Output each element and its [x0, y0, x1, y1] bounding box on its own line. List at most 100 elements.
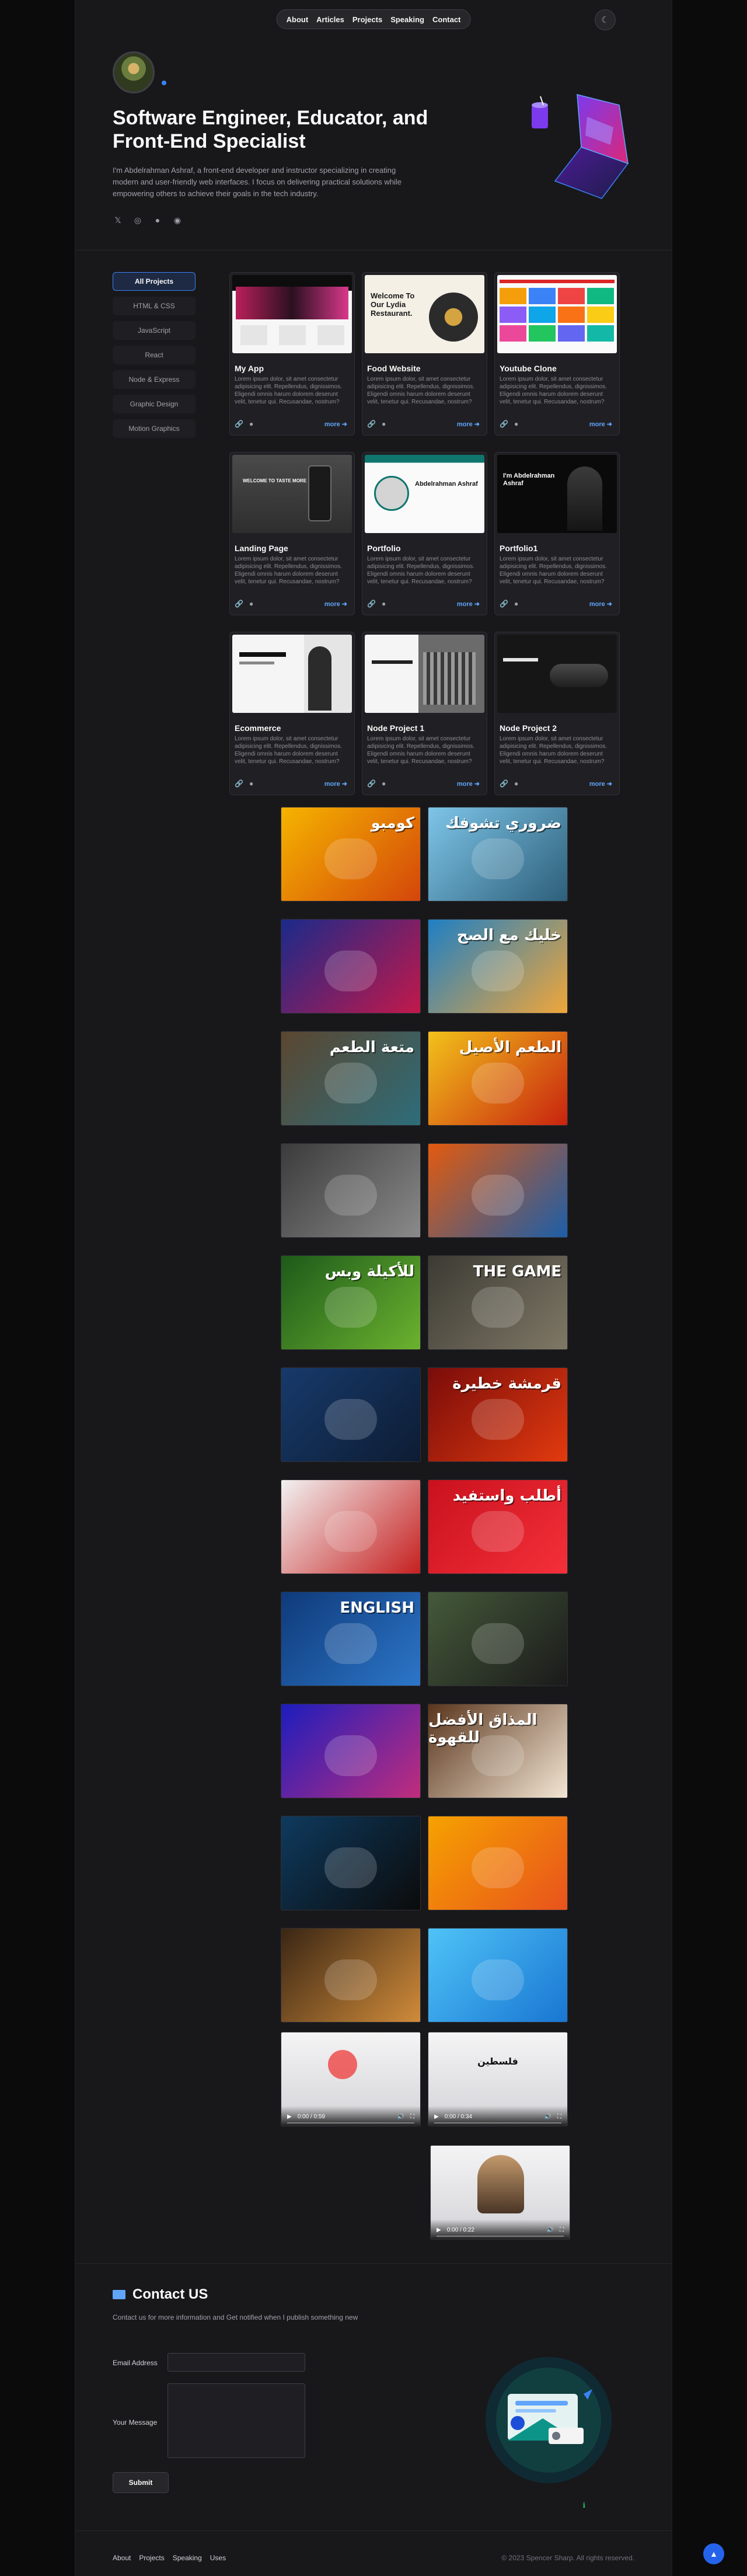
- scroll-to-top-button[interactable]: ▲: [703, 2543, 724, 2564]
- more-link[interactable]: more ➜: [589, 600, 612, 608]
- volume-icon[interactable]: 🔊: [397, 2114, 404, 2120]
- link-icon[interactable]: 🔗: [367, 779, 376, 788]
- github-icon[interactable]: ●: [249, 600, 253, 608]
- design-image[interactable]: [428, 1816, 568, 1910]
- design-image[interactable]: [281, 1816, 421, 1910]
- volume-icon[interactable]: 🔊: [544, 2114, 551, 2120]
- more-link[interactable]: more ➜: [324, 420, 347, 428]
- design-image[interactable]: ضروري تشوفك: [428, 807, 568, 901]
- message-field[interactable]: [167, 2383, 305, 2458]
- design-image[interactable]: [281, 1143, 421, 1238]
- theme-toggle-button[interactable]: ☾: [595, 9, 616, 30]
- design-image[interactable]: [428, 1143, 568, 1238]
- filter-all-projects[interactable]: All Projects: [113, 272, 196, 291]
- link-icon[interactable]: 🔗: [500, 600, 508, 608]
- more-link[interactable]: more ➜: [324, 780, 347, 788]
- footer-link-speaking[interactable]: Speaking: [173, 2554, 202, 2562]
- design-image[interactable]: خليك مع الصح: [428, 919, 568, 1014]
- project-card[interactable]: WELCOME TO TASTE MORE Landing Page Lorem…: [229, 452, 355, 615]
- nav-link-articles[interactable]: Articles: [316, 15, 344, 24]
- more-link[interactable]: more ➜: [457, 420, 480, 428]
- design-image-text: THE GAME: [473, 1263, 561, 1280]
- play-icon[interactable]: ▶: [437, 2227, 441, 2233]
- video-progress[interactable]: [434, 2122, 561, 2124]
- nav-link-speaking[interactable]: Speaking: [390, 15, 424, 24]
- volume-icon[interactable]: 🔊: [547, 2227, 554, 2233]
- link-icon[interactable]: 🔗: [235, 779, 243, 788]
- nav-link-projects[interactable]: Projects: [352, 15, 382, 24]
- filter-javascript[interactable]: JavaScript: [113, 321, 196, 340]
- project-card[interactable]: Node Project 1 Lorem ipsum dolor, sit am…: [362, 632, 487, 795]
- github-icon[interactable]: ●: [382, 420, 386, 428]
- link-icon[interactable]: 🔗: [235, 420, 243, 428]
- nav-link-about[interactable]: About: [287, 15, 309, 24]
- link-icon[interactable]: 🔗: [367, 600, 376, 608]
- filter-react[interactable]: React: [113, 346, 196, 364]
- project-card[interactable]: Ecommerce Lorem ipsum dolor, sit amet co…: [229, 632, 355, 795]
- linkedin-icon[interactable]: ◉: [172, 215, 183, 225]
- submit-button[interactable]: Submit: [113, 2472, 169, 2493]
- link-icon[interactable]: 🔗: [235, 600, 243, 608]
- github-icon[interactable]: ●: [152, 215, 163, 225]
- fullscreen-icon[interactable]: ⛶: [410, 2114, 414, 2120]
- project-card[interactable]: Youtube Clone Lorem ipsum dolor, sit ame…: [494, 272, 620, 436]
- design-image[interactable]: للأكيلة وبس: [281, 1255, 421, 1350]
- github-icon[interactable]: ●: [514, 779, 518, 788]
- design-image[interactable]: كومبو: [281, 807, 421, 901]
- filter-graphic-design[interactable]: Graphic Design: [113, 395, 196, 413]
- more-link[interactable]: more ➜: [589, 780, 612, 788]
- link-icon[interactable]: 🔗: [500, 420, 508, 428]
- nav-link-contact[interactable]: Contact: [432, 15, 460, 24]
- video-progress[interactable]: [437, 2236, 564, 2237]
- github-icon[interactable]: ●: [514, 420, 518, 428]
- filter-html-css[interactable]: HTML & CSS: [113, 297, 196, 315]
- design-image[interactable]: متعة الطعم: [281, 1031, 421, 1126]
- video-progress[interactable]: [287, 2122, 414, 2124]
- play-icon[interactable]: ▶: [287, 2114, 292, 2120]
- video-player[interactable]: ▶ 0:00 / 0:22 🔊 ⛶: [430, 2145, 570, 2240]
- link-icon[interactable]: 🔗: [367, 420, 376, 428]
- more-link[interactable]: more ➜: [589, 420, 612, 428]
- project-card[interactable]: Node Project 2 Lorem ipsum dolor, sit am…: [494, 632, 620, 795]
- footer-link-about[interactable]: About: [113, 2554, 131, 2562]
- design-image[interactable]: [281, 1480, 421, 1574]
- project-card[interactable]: My App Lorem ipsum dolor, sit amet conse…: [229, 272, 355, 436]
- filter-motion-graphics[interactable]: Motion Graphics: [113, 419, 196, 438]
- fullscreen-icon[interactable]: ⛶: [557, 2114, 561, 2120]
- more-link[interactable]: more ➜: [324, 600, 347, 608]
- footer-link-projects[interactable]: Projects: [139, 2554, 164, 2562]
- link-icon[interactable]: 🔗: [500, 779, 508, 788]
- design-image[interactable]: المذاق الأفضل للقهوة: [428, 1704, 568, 1798]
- github-icon[interactable]: ●: [514, 600, 518, 608]
- github-icon[interactable]: ●: [382, 779, 386, 788]
- design-image[interactable]: أطلب واستفيد: [428, 1480, 568, 1574]
- project-card[interactable]: Welcome To Our Lydia Restaurant. Food We…: [362, 272, 487, 436]
- design-image[interactable]: ENGLISH: [281, 1592, 421, 1686]
- more-link[interactable]: more ➜: [457, 600, 480, 608]
- video-player[interactable]: فلسطين ▶ 0:00 / 0:34 🔊 ⛶: [428, 2032, 568, 2126]
- play-icon[interactable]: ▶: [434, 2114, 439, 2120]
- design-image[interactable]: THE GAME: [428, 1255, 568, 1350]
- design-image[interactable]: الطعم الأصيل: [428, 1031, 568, 1126]
- design-image[interactable]: [281, 1928, 421, 2022]
- design-image[interactable]: قرمشة خطيرة: [428, 1367, 568, 1462]
- github-icon[interactable]: ●: [382, 600, 386, 608]
- design-image[interactable]: [281, 919, 421, 1014]
- instagram-icon[interactable]: ◎: [132, 215, 143, 225]
- design-image[interactable]: [428, 1592, 568, 1686]
- twitter-icon[interactable]: 𝕏: [113, 215, 123, 225]
- design-image[interactable]: [281, 1367, 421, 1462]
- filter-node-express[interactable]: Node & Express: [113, 370, 196, 389]
- more-link[interactable]: more ➜: [457, 780, 480, 788]
- video-player[interactable]: ▶ 0:00 / 0:59 🔊 ⛶: [281, 2032, 421, 2126]
- footer-link-uses[interactable]: Uses: [210, 2554, 226, 2562]
- github-icon[interactable]: ●: [249, 779, 253, 788]
- email-field[interactable]: [167, 2353, 305, 2372]
- project-card[interactable]: Abdelrahman Ashraf Portfolio Lorem ipsum…: [362, 452, 487, 615]
- design-image[interactable]: [281, 1704, 421, 1798]
- github-icon[interactable]: ●: [249, 420, 253, 428]
- project-card[interactable]: I'm Abdelrahman Ashraf Portfolio1 Lorem …: [494, 452, 620, 615]
- fullscreen-icon[interactable]: ⛶: [560, 2227, 564, 2233]
- arrow-up-icon: ▲: [710, 2549, 718, 2558]
- design-image[interactable]: [428, 1928, 568, 2022]
